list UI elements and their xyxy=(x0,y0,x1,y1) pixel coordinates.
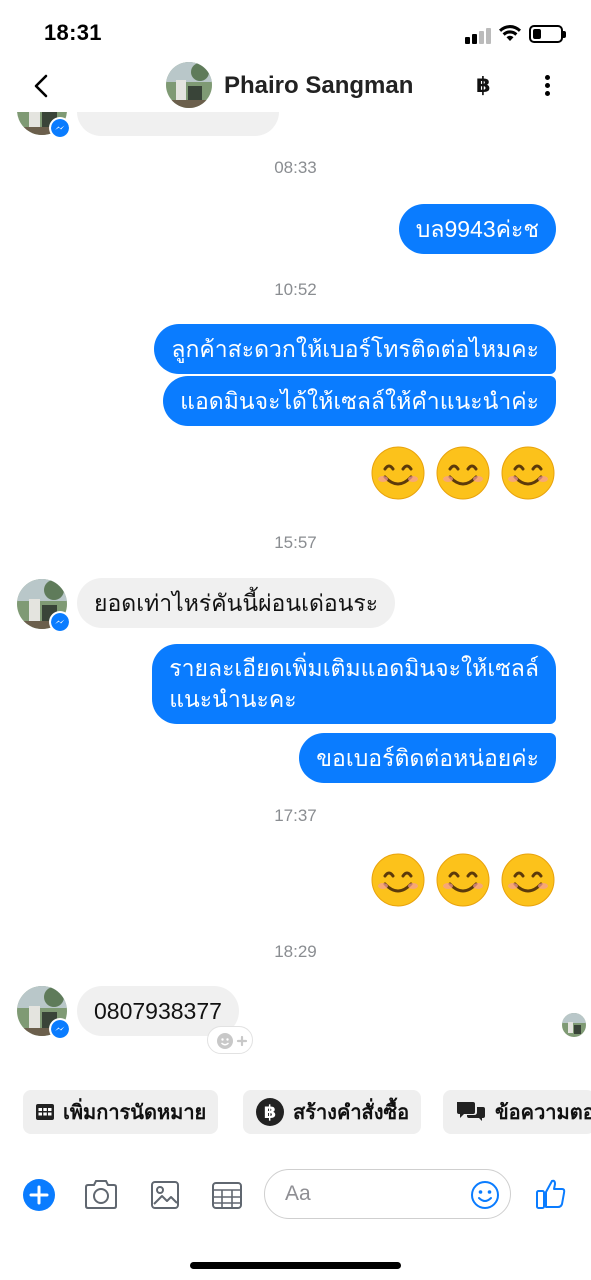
outgoing-message[interactable]: แอดมินจะได้ให้เซลล์ให้คำแนะนำค่ะ xyxy=(163,376,556,426)
more-options-icon[interactable] xyxy=(538,74,558,98)
emoji-message[interactable] xyxy=(371,446,555,502)
chip-label: สร้างคำสั่งซื้อ xyxy=(293,1102,410,1124)
messenger-badge-icon xyxy=(49,117,71,139)
home-indicator xyxy=(190,1262,401,1269)
back-chevron-icon[interactable] xyxy=(28,72,56,100)
sender-avatar[interactable] xyxy=(17,986,71,1040)
smiling-face-emoji-icon xyxy=(371,853,425,907)
emoji-picker-icon[interactable] xyxy=(470,1180,500,1210)
chat-header: Phairo Sangman ฿ xyxy=(0,60,591,112)
smiling-face-emoji-icon xyxy=(501,853,555,907)
baht-circle-icon: ฿ xyxy=(256,1098,284,1126)
chip-label: เพิ่มการนัดหมาย xyxy=(63,1102,207,1124)
emoji-message[interactable] xyxy=(371,853,555,909)
like-thumbs-up-icon[interactable] xyxy=(534,1177,568,1211)
photo-gallery-icon[interactable] xyxy=(150,1180,180,1210)
smiling-face-emoji-icon xyxy=(501,446,555,500)
baht-payment-icon[interactable]: ฿ xyxy=(476,73,491,98)
smiling-face-emoji-icon xyxy=(371,446,425,500)
outgoing-message[interactable]: ขอเบอร์ติดต่อหน่อยค่ะ xyxy=(299,733,556,783)
svg-text:฿: ฿ xyxy=(264,1102,277,1123)
message-thread[interactable]: 08:33 บล9943ค่ะช 10:52 ลูกค้าสะดวกให้เบอ… xyxy=(0,112,591,1082)
message-composer: Aa xyxy=(0,1160,591,1230)
calendar-grid-icon xyxy=(36,1104,54,1120)
plus-circle-icon[interactable] xyxy=(22,1178,56,1212)
message-line: แนะนำนะคะ xyxy=(169,686,297,712)
smiling-face-emoji-icon xyxy=(436,446,490,500)
wifi-icon xyxy=(499,25,521,41)
contact-name[interactable]: Phairo Sangman xyxy=(224,72,413,100)
timestamp: 10:52 xyxy=(274,280,317,299)
chat-bubbles-icon xyxy=(457,1102,485,1121)
create-order-chip[interactable]: ฿ สร้างคำสั่งซื้อ xyxy=(243,1090,422,1134)
status-time: 18:31 xyxy=(44,20,102,45)
message-input[interactable]: Aa xyxy=(264,1169,511,1219)
smiling-face-emoji-icon xyxy=(436,853,490,907)
chip-label: ข้อความตอ xyxy=(495,1102,591,1124)
timestamp: 18:29 xyxy=(274,942,317,961)
contact-avatar[interactable] xyxy=(166,62,212,108)
quick-actions-bar[interactable]: เพิ่มการนัดหมาย ฿ สร้างคำสั่งซื้อ ข้อควา… xyxy=(0,1090,591,1136)
add-reaction-button[interactable] xyxy=(207,1026,253,1054)
timestamp: 17:37 xyxy=(274,806,317,825)
messenger-badge-icon xyxy=(49,611,71,633)
incoming-message[interactable]: ยอดเท่าไหร่คันนี้ผ่อนเด่อนระ xyxy=(77,578,396,628)
outgoing-message[interactable]: รายละเอียดเพิ่มเติมแอดมินจะให้เซลล์ แนะน… xyxy=(152,644,556,724)
incoming-message-cutoff[interactable] xyxy=(77,112,279,136)
status-bar: 18:31 xyxy=(0,0,591,64)
outgoing-message[interactable]: บล9943ค่ะช xyxy=(398,204,556,254)
timestamp: 08:33 xyxy=(274,158,317,177)
message-line: รายละเอียดเพิ่มเติมแอดมินจะให้เซลล์ xyxy=(169,655,539,681)
messenger-badge-icon xyxy=(49,1018,71,1040)
cellular-signal-icon xyxy=(465,26,493,44)
timestamp: 15:57 xyxy=(274,533,317,552)
add-appointment-chip[interactable]: เพิ่มการนัดหมาย xyxy=(23,1090,219,1134)
outgoing-message[interactable]: ลูกค้าสะดวกให้เบอร์โทรติดต่อไหมคะ xyxy=(154,324,556,374)
add-reaction-icon xyxy=(217,1033,248,1049)
battery-icon xyxy=(529,25,566,43)
camera-icon[interactable] xyxy=(83,1179,119,1211)
saved-replies-chip[interactable]: ข้อความตอ xyxy=(443,1090,591,1134)
sender-avatar[interactable] xyxy=(17,112,71,139)
sender-avatar[interactable] xyxy=(17,579,71,633)
seen-receipt-avatar xyxy=(562,1013,586,1037)
appointment-calendar-icon[interactable] xyxy=(211,1180,243,1210)
message-input-placeholder: Aa xyxy=(285,1182,311,1205)
